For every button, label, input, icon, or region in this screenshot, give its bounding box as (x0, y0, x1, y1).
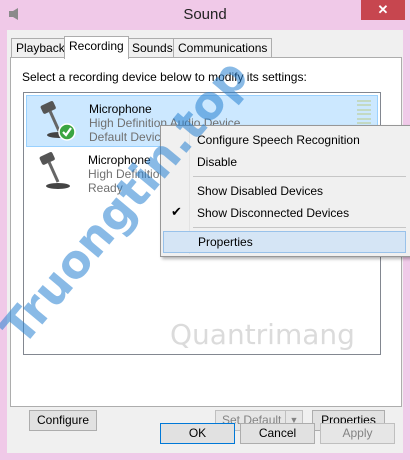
close-button[interactable]: ✕ (361, 0, 405, 20)
device-status: Ready (88, 181, 123, 195)
tab-sounds[interactable]: Sounds (127, 38, 178, 58)
menu-item-show-disconnected[interactable]: Show Disconnected Devices (163, 202, 406, 224)
device-status: Default Device (89, 130, 168, 144)
menu-separator (193, 176, 406, 177)
tab-playback[interactable]: Playback (11, 38, 70, 58)
tab-communications[interactable]: Communications (173, 38, 273, 58)
configure-button[interactable]: Configure (29, 410, 97, 431)
microphone-icon (39, 152, 70, 189)
tab-recording[interactable]: Recording (64, 36, 129, 59)
microphone-default-icon (40, 101, 76, 141)
device-name: Microphone (89, 102, 152, 116)
title-bar: Sound ✕ (0, 0, 410, 30)
window-title: Sound (183, 6, 227, 23)
menu-item-disable[interactable]: Disable (163, 151, 406, 173)
menu-separator (193, 227, 406, 228)
device-name: Microphone (88, 153, 151, 167)
apply-button[interactable]: Apply (320, 423, 395, 444)
ok-button[interactable]: OK (160, 423, 235, 444)
menu-item-properties[interactable]: Properties (163, 231, 406, 253)
context-menu: Configure Speech Recognition Disable Sho… (160, 125, 410, 257)
instruction-text: Select a recording device below to modif… (22, 70, 307, 84)
cancel-button[interactable]: Cancel (240, 423, 315, 444)
menu-item-configure-speech[interactable]: Configure Speech Recognition (163, 129, 406, 151)
menu-item-show-disabled[interactable]: Show Disabled Devices (163, 180, 406, 202)
